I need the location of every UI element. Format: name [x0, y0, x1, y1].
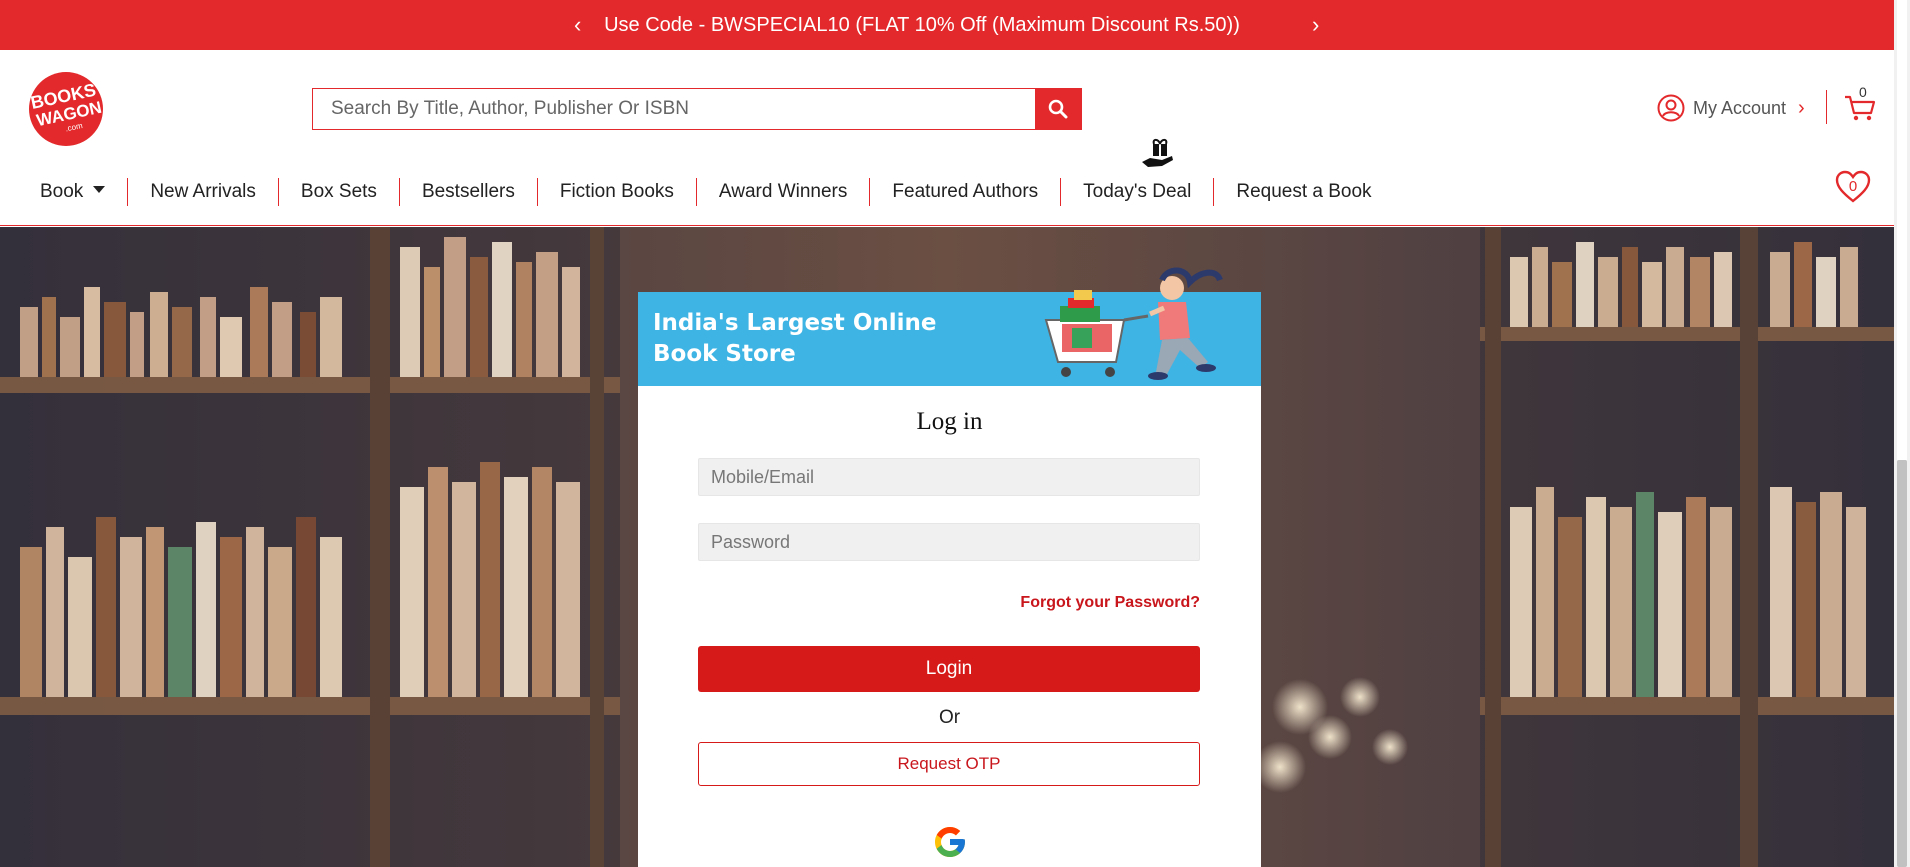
- shopping-cart-girl-illustration: [1044, 267, 1223, 380]
- page-scrollbar[interactable]: [1894, 0, 1910, 867]
- login-card: India's Largest Online Book Store Log in: [638, 267, 1261, 867]
- password-field[interactable]: [698, 523, 1200, 561]
- google-icon[interactable]: [932, 824, 968, 860]
- banner-line-2: Book Store: [653, 341, 796, 367]
- store-banner: India's Largest Online Book Store: [638, 267, 1261, 386]
- nav-item-request-a-book[interactable]: Request a Book: [1213, 178, 1393, 206]
- chevron-right-icon[interactable]: ›: [1312, 14, 1319, 36]
- nav-item-label: Book: [40, 181, 84, 202]
- nav-item-book[interactable]: Book: [20, 178, 127, 206]
- forgot-password-link[interactable]: Forgot your Password?: [638, 594, 1200, 612]
- search-input[interactable]: [313, 89, 1035, 129]
- wishlist-count: 0: [1848, 178, 1858, 195]
- banner-text: India's Largest Online Book Store: [653, 308, 936, 370]
- login-button[interactable]: Login: [698, 646, 1200, 692]
- nav-item-new-arrivals[interactable]: New Arrivals: [127, 178, 278, 206]
- banner-line-1: India's Largest Online: [653, 310, 937, 336]
- nav-item-fiction-books[interactable]: Fiction Books: [536, 178, 696, 206]
- promo-bar: ‹ Use Code - BWSPECIAL10 (FLAT 10% Off (…: [0, 0, 1894, 50]
- or-separator: Or: [938, 707, 961, 728]
- caret-down-icon: [93, 186, 106, 194]
- wishlist-button[interactable]: 0: [1834, 168, 1872, 206]
- nav-item-todays-deal[interactable]: Today's Deal: [1060, 178, 1213, 206]
- search-icon: [1048, 99, 1068, 119]
- scrollbar-thumb[interactable]: [1897, 460, 1907, 867]
- chevron-right-icon: ›: [1798, 96, 1805, 119]
- mobile-email-field[interactable]: [698, 458, 1200, 496]
- search-button[interactable]: [1035, 89, 1081, 129]
- promo-text[interactable]: Use Code - BWSPECIAL10 (FLAT 10% Off (Ma…: [604, 14, 1240, 37]
- bookswagon-logo[interactable]: BOOKS WAGON .com: [20, 70, 112, 148]
- my-account-link[interactable]: My Account ›: [1657, 94, 1805, 122]
- nav-item-featured-authors[interactable]: Featured Authors: [869, 178, 1060, 206]
- user-icon: [1657, 94, 1685, 122]
- chevron-left-icon[interactable]: ‹: [574, 14, 581, 36]
- site-header: BOOKS WAGON .com My Account › 0: [0, 50, 1894, 226]
- request-otp-button[interactable]: Request OTP: [698, 742, 1200, 786]
- search-bar: [312, 88, 1082, 130]
- header-divider: [1826, 90, 1827, 124]
- gift-hand-icon: [1140, 136, 1176, 174]
- main-nav: Book New Arrivals Box Sets Bestsellers F…: [20, 178, 1394, 206]
- cart-count: 0: [1859, 84, 1867, 100]
- nav-item-box-sets[interactable]: Box Sets: [277, 178, 399, 206]
- my-account-label: My Account: [1693, 97, 1787, 118]
- login-title: Log in: [916, 408, 983, 435]
- nav-item-bestsellers[interactable]: Bestsellers: [398, 178, 537, 206]
- scrollbar-track: [1897, 0, 1907, 460]
- cart-button[interactable]: 0: [1843, 84, 1877, 124]
- nav-item-award-winners[interactable]: Award Winners: [695, 178, 869, 206]
